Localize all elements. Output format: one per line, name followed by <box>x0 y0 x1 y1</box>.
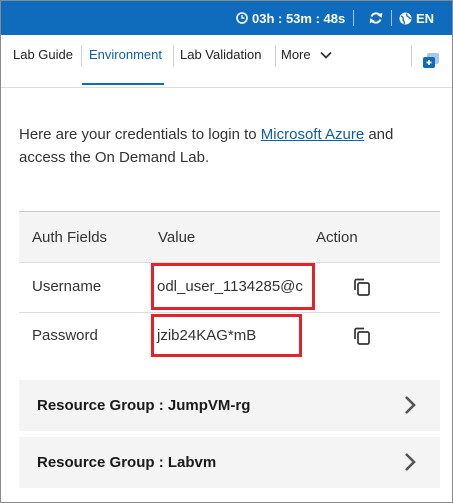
table-header: Auth Fields Value Action <box>19 212 440 262</box>
tab-lab-validation[interactable]: Lab Validation <box>180 47 261 62</box>
resource-group-label: Resource Group : Labvm <box>37 454 217 471</box>
chevron-down-icon <box>320 51 332 59</box>
language-selector[interactable]: EN <box>399 1 434 35</box>
tab-lab-guide[interactable]: Lab Guide <box>13 47 73 62</box>
language-label: EN <box>416 10 435 26</box>
copy-icon <box>354 327 370 345</box>
clock-icon <box>236 12 248 24</box>
globe-icon <box>399 12 412 24</box>
username-text: odl_user_1134285@c <box>157 278 303 295</box>
tab-divider <box>81 45 82 67</box>
divider <box>391 10 392 26</box>
active-tab-indicator <box>82 83 164 85</box>
username-value[interactable]: odl_user_1134285@c <box>151 263 315 310</box>
tab-environment[interactable]: Environment <box>89 47 162 62</box>
lab-panel: 03h : 53m : 48s EN Lab Guide Environment <box>0 0 453 503</box>
resource-group-jumpvm-rg[interactable]: Resource Group : JumpVM-rg <box>19 380 440 431</box>
refresh-button[interactable] <box>369 1 383 35</box>
resource-group-labvm[interactable]: Resource Group : Labvm <box>19 437 440 488</box>
copy-password-button[interactable] <box>352 326 372 346</box>
header-value: Value <box>158 229 196 246</box>
password-text: jzib24KAG*mB <box>157 327 257 344</box>
top-bar: 03h : 53m : 48s EN <box>1 1 452 35</box>
copy-username-button[interactable] <box>352 277 372 297</box>
split-window-icon <box>423 53 439 68</box>
chevron-right-icon <box>405 453 416 471</box>
tab-divider <box>275 45 276 67</box>
header-action: Action <box>316 229 358 246</box>
divider <box>353 10 354 26</box>
credentials-intro: Here are your credentials to login to Mi… <box>19 123 434 169</box>
tab-divider <box>173 45 174 67</box>
microsoft-azure-link[interactable]: Microsoft Azure <box>261 126 364 143</box>
refresh-icon <box>369 12 383 24</box>
row-divider <box>19 312 440 313</box>
tab-divider <box>411 45 412 67</box>
intro-text: Here are your credentials to login to <box>19 126 261 143</box>
tab-bar: Lab Guide Environment Lab Validation Mor… <box>1 35 452 88</box>
split-window-button[interactable] <box>421 51 441 71</box>
copy-icon <box>354 278 370 296</box>
resource-group-label: Resource Group : JumpVM-rg <box>37 397 251 414</box>
password-label: Password <box>32 327 98 344</box>
username-label: Username <box>32 278 102 295</box>
timer-text: 03h : 53m : 48s <box>252 10 346 26</box>
tab-more-label: More <box>281 47 311 62</box>
password-value[interactable]: jzib24KAG*mB <box>151 314 302 357</box>
timer: 03h : 53m : 48s <box>236 1 345 35</box>
header-auth-fields: Auth Fields <box>32 229 108 246</box>
chevron-right-icon <box>405 396 416 414</box>
tab-more[interactable]: More <box>281 47 332 62</box>
